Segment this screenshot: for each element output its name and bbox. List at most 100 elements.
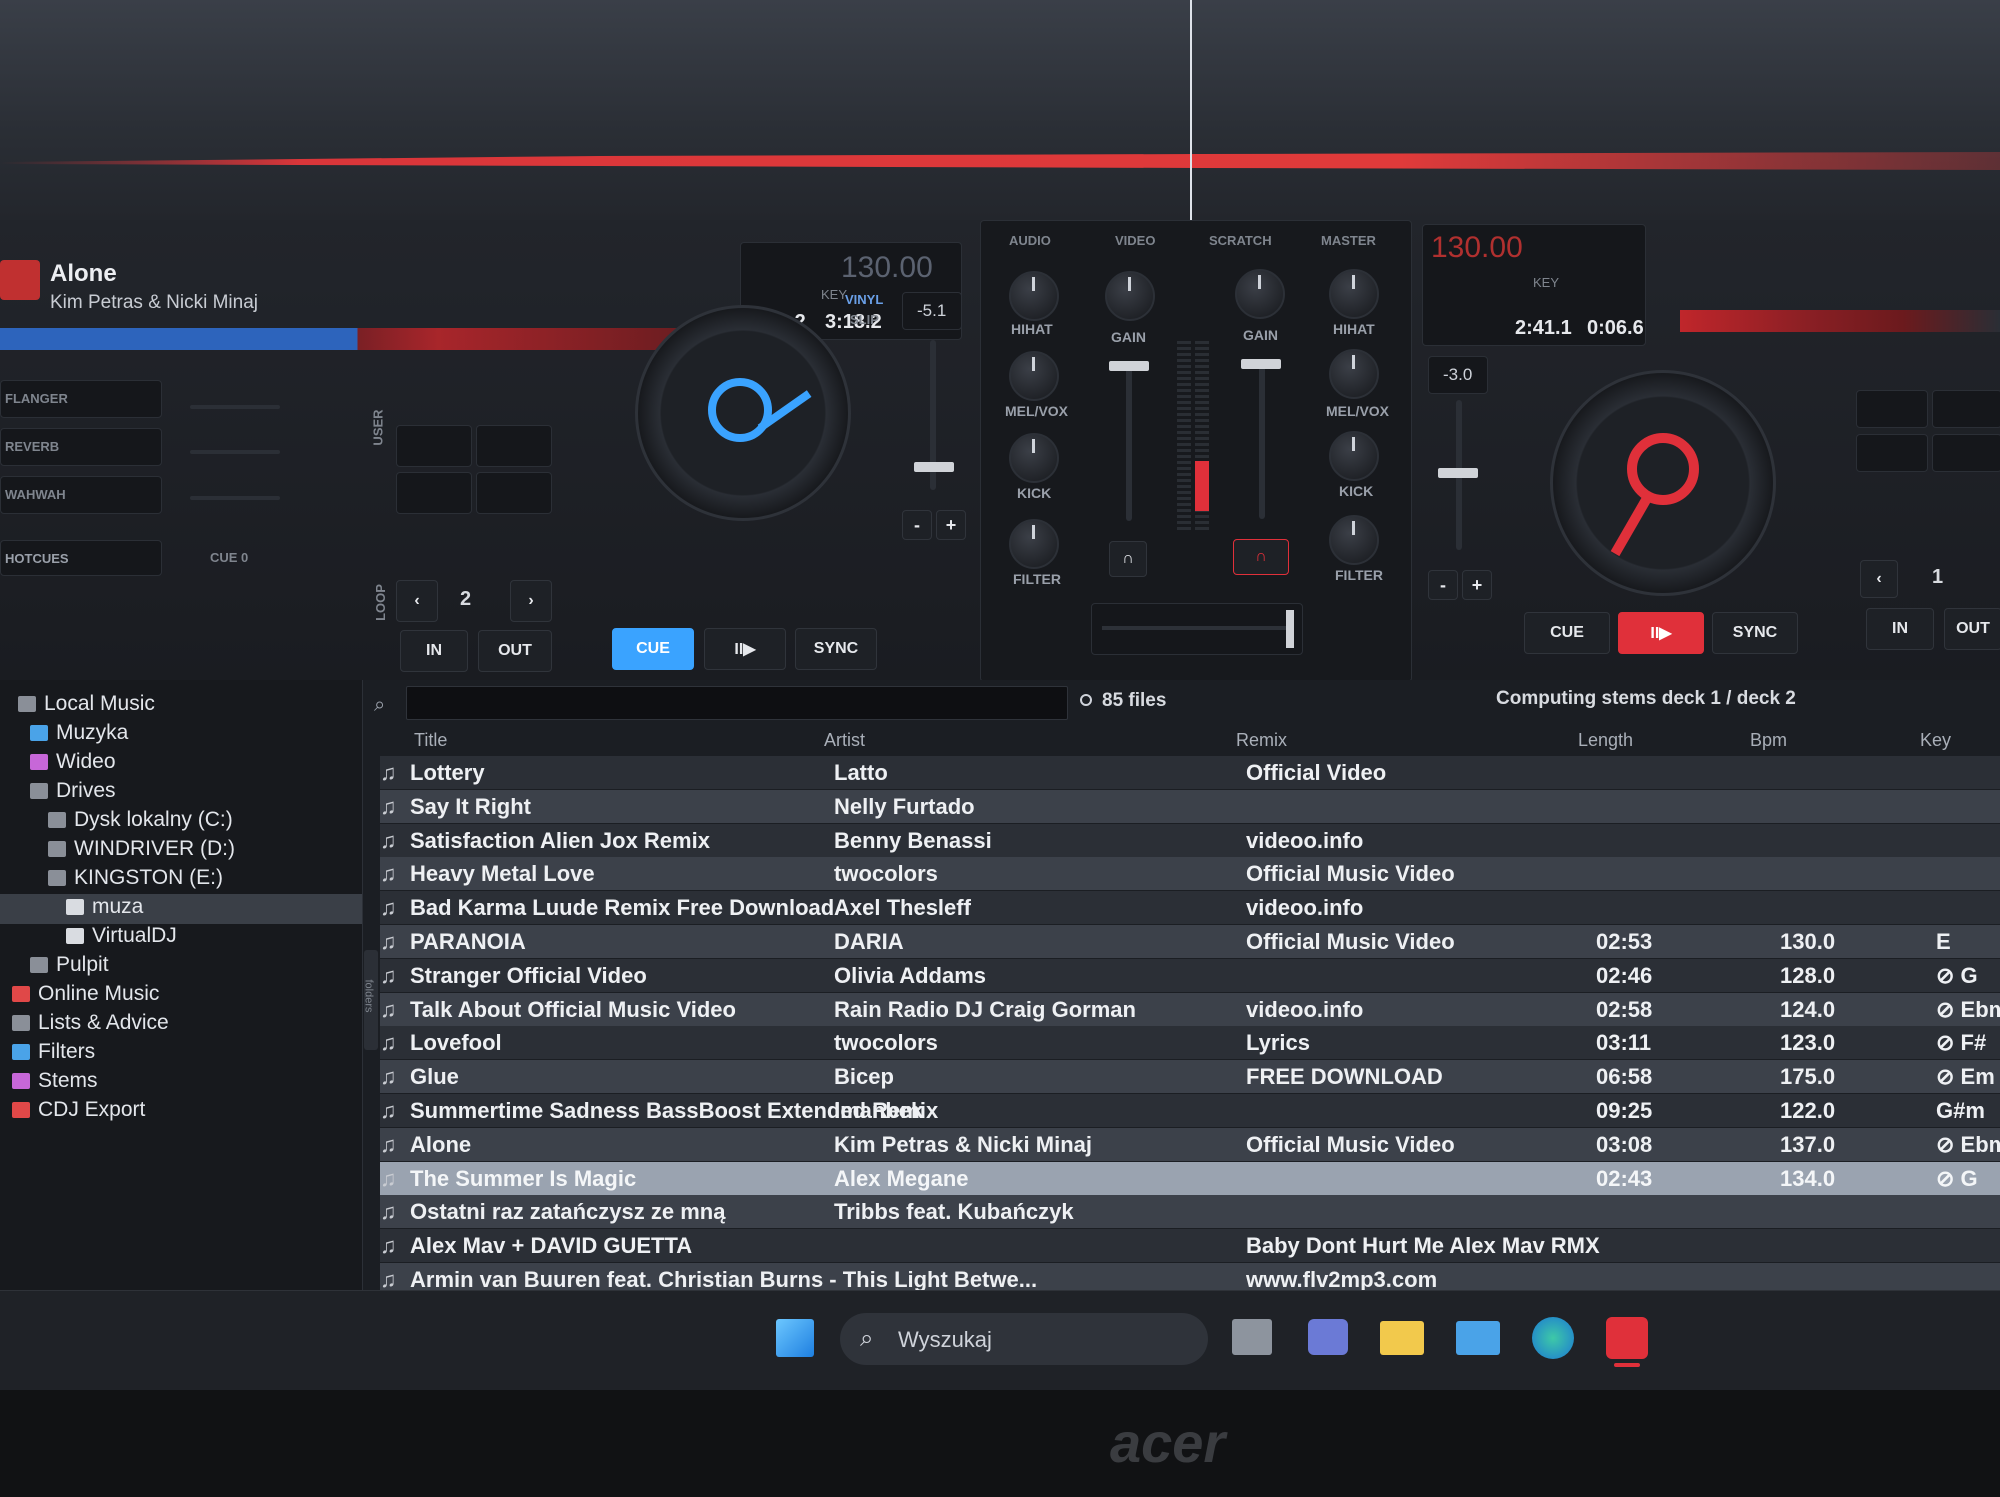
column-header-remix[interactable]: Remix (1236, 730, 1287, 754)
column-header-length[interactable]: Length (1578, 730, 1633, 754)
deck2-loop-prev-button[interactable]: ‹ (1860, 560, 1898, 598)
tree-item-drive-c[interactable]: Dysk lokalny (C:) (48, 808, 233, 832)
table-row[interactable]: ♫ Glue Bicep FREE DOWNLOAD 06:58 175.0 ⊘ Em (380, 1060, 2000, 1094)
mixer-tab-master[interactable]: MASTER (1321, 233, 1376, 248)
table-row[interactable]: ♫ Alex Mav + DAVID GUETTA Baby Dont Hurt M… (380, 1229, 2000, 1263)
left-kick-knob[interactable] (1009, 433, 1059, 483)
right-melvox-knob[interactable] (1329, 349, 1379, 399)
column-header-key[interactable]: Key (1920, 730, 1951, 754)
deck1-cue-button[interactable]: CUE (612, 628, 694, 670)
pad-2[interactable] (476, 425, 552, 467)
deck1-play-button[interactable]: II▶ (704, 628, 786, 670)
mixer-tab-audio[interactable]: AUDIO (1009, 233, 1051, 248)
tree-item-local-music[interactable]: Local Music (18, 692, 155, 716)
effect-2-slider[interactable] (190, 450, 280, 454)
left-melvox-knob[interactable] (1009, 351, 1059, 401)
slip-toggle[interactable]: SLIP (850, 312, 879, 327)
pad-1[interactable] (396, 425, 472, 467)
search-input[interactable] (406, 686, 1068, 720)
deck2-pitch-plus[interactable]: + (1462, 570, 1492, 600)
deck2-cue-button[interactable]: CUE (1524, 612, 1610, 654)
file-count-radio-icon[interactable] (1080, 694, 1092, 706)
tree-item-filters[interactable]: Filters (12, 1040, 95, 1064)
right-volume-cap[interactable] (1241, 359, 1281, 369)
effect-slot-3[interactable]: WAHWAH (0, 476, 162, 514)
deck2-jogwheel[interactable] (1550, 370, 1776, 596)
vinyl-toggle[interactable]: VINYL (845, 292, 883, 307)
table-row[interactable]: ♫ Summertime Sadness BassBoost Extended R… (380, 1094, 2000, 1127)
effect-slot-2[interactable]: REVERB (0, 428, 162, 466)
left-volume-fader[interactable] (1126, 361, 1132, 521)
column-header-bpm[interactable]: Bpm (1750, 730, 1787, 754)
deck2-mini-waveform[interactable] (1680, 310, 2000, 332)
tree-item-stems[interactable]: Stems (12, 1069, 98, 1093)
table-row[interactable]: ♫ Ostatni raz zatańczysz ze mną Tribbs fea… (380, 1195, 2000, 1229)
task-view-icon[interactable] (1232, 1319, 1272, 1355)
tree-item-lists-advice[interactable]: Lists & Advice (12, 1011, 169, 1035)
loop-next-button[interactable]: › (510, 580, 552, 622)
table-row[interactable]: ♫ Heavy Metal Love twocolors Official Music… (380, 857, 2000, 891)
right-hihat-knob[interactable] (1329, 269, 1379, 319)
edge-browser-icon[interactable] (1532, 1317, 1574, 1359)
column-header-title[interactable]: Title (414, 730, 447, 754)
table-row[interactable]: ♫ Talk About Official Music Video Rain Rad… (380, 992, 2000, 1026)
crossfader[interactable] (1091, 603, 1303, 655)
table-row[interactable]: ♫ Say It Right Nelly Furtado (380, 789, 2000, 823)
taskbar-search[interactable]: ⌕ Wyszukaj (840, 1313, 1208, 1365)
mail-icon[interactable] (1456, 1321, 1500, 1355)
tree-item-muza[interactable]: muza (66, 895, 143, 919)
tree-item-cdj-export[interactable]: CDJ Export (12, 1098, 145, 1122)
right-filter-knob[interactable] (1329, 515, 1379, 565)
tree-item-drive-d[interactable]: WINDRIVER (D:) (48, 837, 235, 861)
tree-item-virtualdj[interactable]: VirtualDJ (66, 924, 177, 948)
effect-3-slider[interactable] (190, 496, 280, 500)
table-row[interactable]: ♫ Bad Karma Luude Remix Free Download Axel… (380, 891, 2000, 925)
left-gain-knob[interactable] (1105, 271, 1155, 321)
deck2-play-button[interactable]: II▶ (1618, 612, 1704, 654)
left-volume-cap[interactable] (1109, 361, 1149, 371)
table-row[interactable]: ♫ Lovefool twocolors Lyrics 03:11 123.0 ⊘ F# (380, 1026, 2000, 1060)
pad-3[interactable] (396, 472, 472, 514)
table-row[interactable]: ♫ Lottery Latto Official Video (380, 756, 2000, 789)
deck1-jogwheel[interactable] (635, 305, 851, 521)
table-row[interactable]: ♫ Alone Kim Petras & Nicki Minaj Official M… (380, 1127, 2000, 1161)
pad-4[interactable] (476, 472, 552, 514)
waveform-overview[interactable] (0, 0, 2000, 220)
right-headphone-button[interactable]: ∩ (1233, 539, 1289, 575)
hotcues-selector[interactable]: HOTCUES (0, 540, 162, 576)
tree-item-wideo[interactable]: Wideo (30, 750, 116, 774)
tree-item-pulpit[interactable]: Pulpit (30, 953, 109, 977)
right-gain-knob[interactable] (1235, 269, 1285, 319)
loop-prev-button[interactable]: ‹ (396, 580, 438, 622)
search-icon[interactable]: ⌕ (374, 694, 385, 717)
table-row[interactable]: ♫ PARANOIA DARIA Official Music Video 02:53 1… (380, 925, 2000, 958)
column-header-artist[interactable]: Artist (824, 730, 865, 754)
left-hihat-knob[interactable] (1009, 271, 1059, 321)
table-row[interactable]: ♫ The Summer Is Magic Alex Megane 02:43 134.… (380, 1161, 2000, 1195)
tree-item-drive-e[interactable]: KINGSTON (E:) (48, 866, 223, 890)
crossfader-cap[interactable] (1286, 610, 1294, 648)
teams-icon[interactable] (1308, 1319, 1348, 1355)
tree-item-muzyka[interactable]: Muzyka (30, 721, 128, 745)
effect-slot-1[interactable]: FLANGER (0, 380, 162, 418)
deck1-loop-out-button[interactable]: OUT (478, 630, 552, 672)
deck2-pitch-cap[interactable] (1438, 468, 1478, 478)
deck1-pitch-minus[interactable]: - (902, 510, 932, 540)
file-explorer-icon[interactable] (1380, 1321, 1424, 1355)
windows-start-icon[interactable] (776, 1319, 814, 1357)
deck1-mini-waveform[interactable] (0, 328, 730, 350)
right-kick-knob[interactable] (1329, 431, 1379, 481)
deck2-loop-out-button[interactable]: OUT (1944, 608, 2000, 650)
effect-1-slider[interactable] (190, 405, 280, 409)
deck1-sync-button[interactable]: SYNC (795, 628, 877, 670)
deck1-pitch-cap[interactable] (914, 462, 954, 472)
cue-selector[interactable]: CUE 0 (210, 550, 248, 565)
left-headphone-button[interactable]: ∩ (1109, 541, 1147, 577)
deck2-pad-3[interactable] (1856, 434, 1928, 472)
right-volume-fader[interactable] (1259, 359, 1265, 519)
virtualdj-app-icon[interactable] (1606, 1317, 1648, 1359)
deck1-loop-in-button[interactable]: IN (400, 630, 468, 672)
table-row[interactable]: ♫ Stranger Official Video Olivia Addams 02:… (380, 958, 2000, 992)
tree-item-drives[interactable]: Drives (30, 779, 116, 803)
deck2-pad-1[interactable] (1856, 390, 1928, 428)
